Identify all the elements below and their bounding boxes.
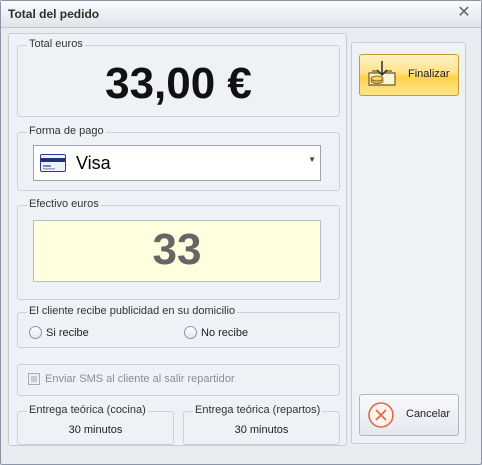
route-delivery-label: Entrega teórica (repartos): [193, 404, 323, 416]
sms-checkbox-row[interactable]: Enviar SMS al cliente al salir repartido…: [28, 373, 235, 385]
advertising-label: El cliente recibe publicidad en su domic…: [27, 305, 238, 317]
finalize-label: Finalizar: [408, 68, 450, 80]
close-icon[interactable]: ✕: [455, 4, 473, 22]
finalize-button[interactable]: Finalizar: [359, 54, 459, 96]
cancel-circle-icon: [368, 402, 394, 428]
cancel-button[interactable]: Cancelar: [359, 394, 459, 436]
kitchen-delivery-label: Entrega teórica (cocina): [27, 404, 148, 416]
radio-si-recibe-label: Si recibe: [46, 326, 89, 339]
order-total-dialog: Total del pedido ✕ Total euros 33,00 € F…: [0, 0, 482, 465]
box-download-icon: [368, 61, 396, 86]
total-label: Total euros: [27, 38, 85, 50]
cash-amount-input[interactable]: 33: [33, 220, 321, 282]
sms-group: Enviar SMS al cliente al salir repartido…: [17, 364, 340, 396]
credit-card-icon: [40, 154, 66, 172]
radio-no-recibe-label: No recibe: [201, 326, 249, 339]
chevron-down-icon[interactable]: ▼: [308, 155, 316, 164]
total-amount: 33,00 €: [105, 59, 252, 108]
radio-no-recibe[interactable]: No recibe: [184, 326, 248, 339]
payment-method-value: Visa: [76, 153, 111, 173]
total-group: Total euros 33,00 €: [17, 38, 340, 117]
kitchen-delivery-value: 30 minutos: [68, 424, 123, 436]
payment-group: Forma de pago Visa ▼: [17, 125, 340, 191]
kitchen-delivery-group: Entrega teórica (cocina) 30 minutos: [17, 404, 174, 445]
route-delivery-group: Entrega teórica (repartos) 30 minutos: [183, 404, 340, 445]
radio-si-recibe[interactable]: Si recibe: [29, 326, 89, 339]
cash-label: Efectivo euros: [27, 198, 101, 210]
window-title: Total del pedido: [8, 7, 100, 21]
radio-circle-icon: [29, 326, 42, 339]
radio-circle-icon: [184, 326, 197, 339]
sms-checkbox-label: Enviar SMS al cliente al salir repartido…: [45, 373, 235, 385]
title-bar: Total del pedido ✕: [1, 1, 481, 28]
cancel-label: Cancelar: [406, 408, 451, 420]
route-delivery-value: 30 minutos: [234, 424, 289, 436]
advertising-group: El cliente recibe publicidad en su domic…: [17, 305, 340, 348]
actions-panel: Finalizar Cancelar: [351, 42, 466, 444]
sms-checkbox[interactable]: [28, 373, 40, 385]
payment-label: Forma de pago: [27, 125, 106, 137]
cash-group: Efectivo euros 33: [17, 198, 340, 300]
order-details-panel: Total euros 33,00 € Forma de pago Visa ▼…: [8, 33, 347, 446]
payment-method-select[interactable]: Visa ▼: [33, 145, 321, 181]
